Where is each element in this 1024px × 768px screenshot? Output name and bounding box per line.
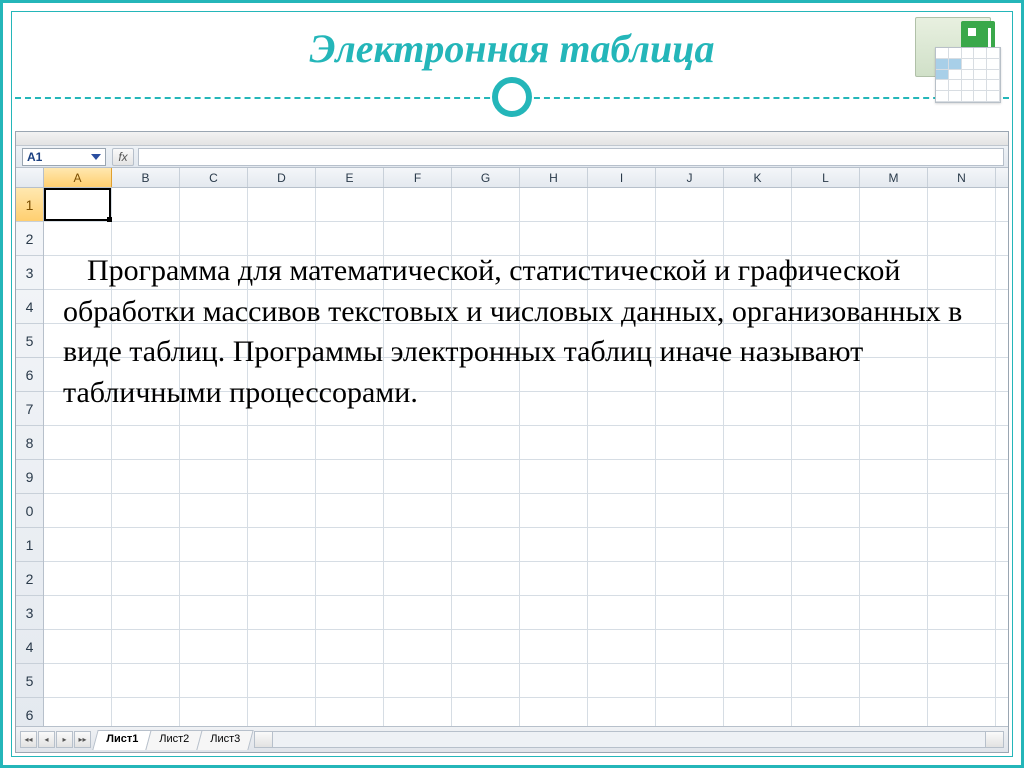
column-header-h[interactable]: H bbox=[520, 168, 588, 187]
slide-body-text: Программа для математической, статистиче… bbox=[63, 251, 973, 413]
column-headers: ABCDEFGHIJKLMN bbox=[16, 168, 1008, 188]
row-header[interactable]: 3 bbox=[16, 256, 43, 290]
formula-input[interactable] bbox=[138, 148, 1004, 166]
tab-nav-next[interactable]: ▸ bbox=[56, 731, 73, 748]
row-header[interactable]: 4 bbox=[16, 290, 43, 324]
sheet-tab[interactable]: Лист2 bbox=[145, 730, 202, 750]
name-box-dropdown-icon[interactable] bbox=[91, 154, 101, 160]
row-header[interactable]: 5 bbox=[16, 324, 43, 358]
sheet-tab[interactable]: Лист1 bbox=[92, 730, 151, 750]
fx-label: fx bbox=[118, 150, 127, 164]
title-ring-ornament bbox=[492, 77, 532, 117]
row-header[interactable]: 1 bbox=[16, 528, 43, 562]
row-header[interactable]: 5 bbox=[16, 664, 43, 698]
tab-nav-first[interactable]: ◂◂ bbox=[20, 731, 37, 748]
name-box[interactable]: A1 bbox=[22, 148, 106, 166]
column-header-g[interactable]: G bbox=[452, 168, 520, 187]
fx-button[interactable]: fx bbox=[112, 148, 134, 166]
tab-nav-buttons: ◂◂ ◂ ▸ ▸▸ bbox=[20, 731, 91, 748]
row-header[interactable]: 4 bbox=[16, 630, 43, 664]
sheet-tab[interactable]: Лист3 bbox=[196, 730, 253, 750]
column-header-n[interactable]: N bbox=[928, 168, 996, 187]
row-header[interactable]: 6 bbox=[16, 358, 43, 392]
horizontal-scrollbar[interactable] bbox=[254, 731, 1004, 748]
sheet-tabs-holder: Лист1Лист2Лист3 bbox=[95, 730, 250, 750]
row-header[interactable]: 2 bbox=[16, 562, 43, 596]
active-cell[interactable] bbox=[44, 188, 111, 221]
toolbar bbox=[16, 132, 1008, 146]
column-header-b[interactable]: B bbox=[112, 168, 180, 187]
row-header[interactable]: 2 bbox=[16, 222, 43, 256]
tab-nav-prev[interactable]: ◂ bbox=[38, 731, 55, 748]
tab-nav-last[interactable]: ▸▸ bbox=[74, 731, 91, 748]
slide-outer-frame: Электронная таблица A1 fx bbox=[0, 0, 1024, 768]
column-header-k[interactable]: K bbox=[724, 168, 792, 187]
column-header-j[interactable]: J bbox=[656, 168, 724, 187]
row-header[interactable]: 3 bbox=[16, 596, 43, 630]
column-header-l[interactable]: L bbox=[792, 168, 860, 187]
body-paragraph: Программа для математической, статистиче… bbox=[63, 251, 973, 413]
column-header-c[interactable]: C bbox=[180, 168, 248, 187]
row-headers: 12345678901234567 bbox=[16, 188, 44, 726]
slide-title: Электронная таблица bbox=[3, 25, 1021, 72]
row-header[interactable]: 1 bbox=[16, 188, 43, 222]
column-header-i[interactable]: I bbox=[588, 168, 656, 187]
column-header-f[interactable]: F bbox=[384, 168, 452, 187]
sheet-tab-bar: ◂◂ ◂ ▸ ▸▸ Лист1Лист2Лист3 bbox=[16, 726, 1008, 752]
row-header[interactable]: 7 bbox=[16, 392, 43, 426]
select-all-corner[interactable] bbox=[16, 168, 44, 187]
column-header-d[interactable]: D bbox=[248, 168, 316, 187]
row-header[interactable]: 8 bbox=[16, 426, 43, 460]
spreadsheet-app-icon bbox=[915, 17, 1001, 103]
name-box-value: A1 bbox=[27, 150, 42, 164]
column-header-m[interactable]: M bbox=[860, 168, 928, 187]
formula-bar-row: A1 fx bbox=[16, 146, 1008, 168]
column-header-a[interactable]: A bbox=[44, 168, 112, 187]
spreadsheet-screenshot: A1 fx ABCDEFGHIJKLMN 12345678901234567 ◂… bbox=[15, 131, 1009, 753]
column-header-e[interactable]: E bbox=[316, 168, 384, 187]
row-header[interactable]: 0 bbox=[16, 494, 43, 528]
row-header[interactable]: 9 bbox=[16, 460, 43, 494]
